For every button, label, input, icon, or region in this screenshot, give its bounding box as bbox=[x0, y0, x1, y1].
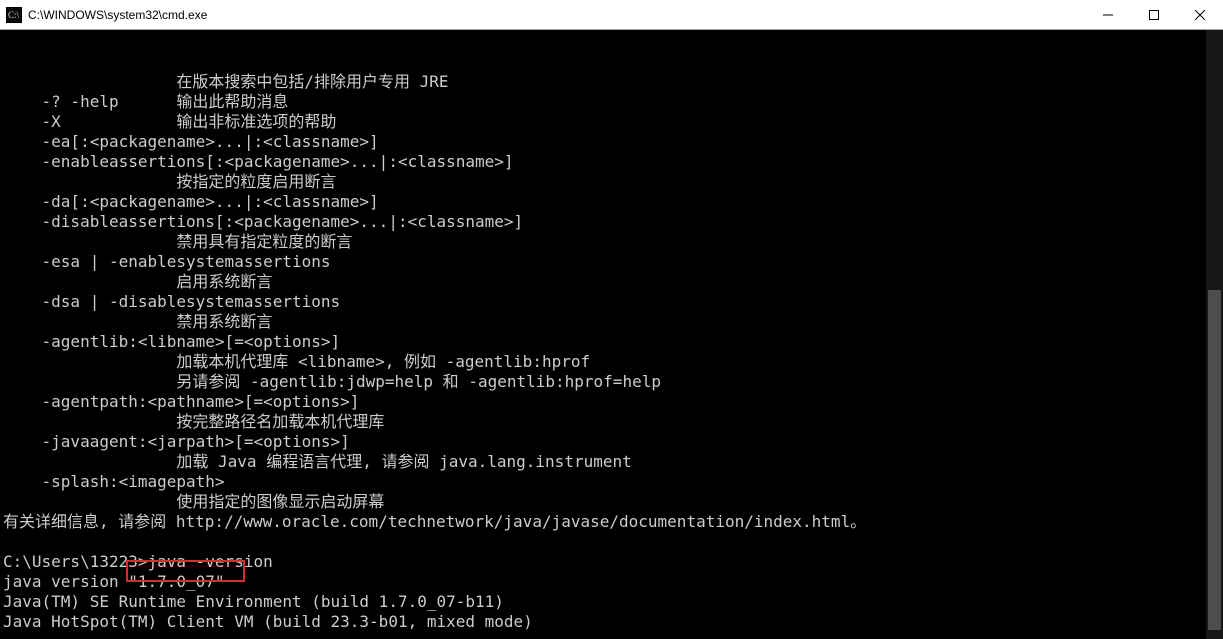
terminal-line: 按指定的粒度启用断言 bbox=[3, 172, 1220, 192]
svg-text:C:\: C:\ bbox=[8, 10, 20, 20]
terminal-line: 按完整路径名加载本机代理库 bbox=[3, 412, 1220, 432]
terminal-line: 加载本机代理库 <libname>, 例如 -agentlib:hprof bbox=[3, 352, 1220, 372]
terminal-line: -javaagent:<jarpath>[=<options>] bbox=[3, 432, 1220, 452]
terminal-line: 使用指定的图像显示启动屏幕 bbox=[3, 492, 1220, 512]
maximize-button[interactable] bbox=[1131, 0, 1177, 29]
terminal-line: -agentlib:<libname>[=<options>] bbox=[3, 332, 1220, 352]
terminal-line: -enableassertions[:<packagename>...|:<cl… bbox=[3, 152, 1220, 172]
terminal-line bbox=[3, 632, 1220, 639]
terminal-line: -X 输出非标准选项的帮助 bbox=[3, 112, 1220, 132]
terminal-line: 加载 Java 编程语言代理, 请参阅 java.lang.instrument bbox=[3, 452, 1220, 472]
cmd-icon: C:\ bbox=[6, 7, 22, 23]
terminal-line: -esa | -enablesystemassertions bbox=[3, 252, 1220, 272]
terminal-line: -splash:<imagepath> bbox=[3, 472, 1220, 492]
terminal-line: -dsa | -disablesystemassertions bbox=[3, 292, 1220, 312]
window-titlebar: C:\ C:\WINDOWS\system32\cmd.exe bbox=[0, 0, 1223, 30]
close-button[interactable] bbox=[1177, 0, 1223, 29]
scrollbar-thumb[interactable] bbox=[1208, 290, 1221, 630]
vertical-scrollbar[interactable] bbox=[1206, 30, 1223, 639]
terminal-line: java version "1.7.0_07" bbox=[3, 572, 1220, 592]
terminal-line: 有关详细信息, 请参阅 http://www.oracle.com/techne… bbox=[3, 512, 1220, 532]
terminal-line: Java HotSpot(TM) Client VM (build 23.3-b… bbox=[3, 612, 1220, 632]
terminal-line: 在版本搜索中包括/排除用户专用 JRE bbox=[3, 72, 1220, 92]
terminal-line: Java(TM) SE Runtime Environment (build 1… bbox=[3, 592, 1220, 612]
terminal-line: 禁用系统断言 bbox=[3, 312, 1220, 332]
window-title: C:\WINDOWS\system32\cmd.exe bbox=[28, 8, 1085, 22]
window-controls bbox=[1085, 0, 1223, 29]
terminal-output[interactable]: 在版本搜索中包括/排除用户专用 JRE -? -help 输出此帮助消息 -X … bbox=[0, 30, 1223, 639]
terminal-line: -? -help 输出此帮助消息 bbox=[3, 92, 1220, 112]
terminal-line: 禁用具有指定粒度的断言 bbox=[3, 232, 1220, 252]
terminal-line: 另请参阅 -agentlib:jdwp=help 和 -agentlib:hpr… bbox=[3, 372, 1220, 392]
terminal-line: -disableassertions[:<packagename>...|:<c… bbox=[3, 212, 1220, 232]
terminal-line: -ea[:<packagename>...|:<classname>] bbox=[3, 132, 1220, 152]
terminal-line: 启用系统断言 bbox=[3, 272, 1220, 292]
minimize-button[interactable] bbox=[1085, 0, 1131, 29]
terminal-line bbox=[3, 532, 1220, 552]
terminal-line: -da[:<packagename>...|:<classname>] bbox=[3, 192, 1220, 212]
terminal-line: -agentpath:<pathname>[=<options>] bbox=[3, 392, 1220, 412]
terminal-line: C:\Users\13223>java -version bbox=[3, 552, 1220, 572]
